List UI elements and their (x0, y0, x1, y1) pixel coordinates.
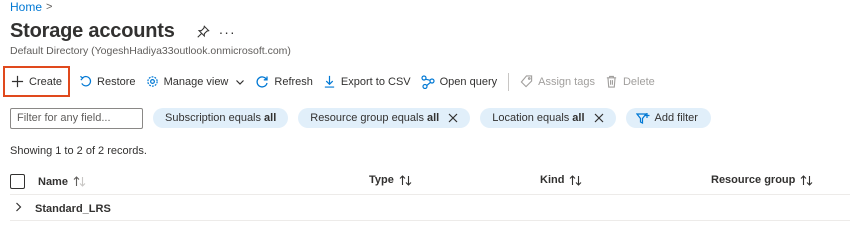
resource-group-filter-label: Resource group equals (310, 112, 424, 124)
pin-icon[interactable] (195, 24, 211, 40)
subscription-filter-value: all (264, 112, 277, 124)
plus-icon (11, 75, 24, 88)
restore-button[interactable]: Restore (74, 68, 141, 96)
query-icon (421, 74, 435, 89)
filter-bar: Subscription equals all Resource group e… (10, 107, 711, 129)
restore-label: Restore (97, 75, 136, 88)
resource-group-filter-value: all (427, 112, 440, 124)
resource-group-filter-pill[interactable]: Resource group equals all (298, 108, 471, 128)
open-query-button[interactable]: Open query (416, 68, 502, 96)
select-all-checkbox[interactable] (10, 174, 25, 189)
page-title: Storage accounts (10, 20, 175, 42)
more-options-icon[interactable]: ··· (219, 24, 236, 40)
refresh-button[interactable]: Refresh (250, 68, 318, 96)
column-name-label: Name (38, 175, 68, 188)
sort-icon (569, 174, 582, 186)
grid-header: Name Type Kind Resource group (10, 171, 850, 193)
column-resource-group-label: Resource group (711, 174, 796, 186)
column-kind-header[interactable]: Kind (540, 174, 582, 186)
chevron-down-icon (236, 79, 245, 85)
title-row: Storage accounts ··· (10, 20, 236, 43)
add-filter-icon (635, 112, 650, 124)
close-icon[interactable] (594, 113, 604, 123)
breadcrumb: Home > (10, 0, 52, 14)
toolbar-divider (508, 72, 510, 91)
assign-tags-button[interactable]: Assign tags (515, 68, 600, 96)
group-label: Standard_LRS (35, 202, 111, 215)
restore-icon (80, 75, 92, 87)
export-csv-label: Export to CSV (340, 75, 411, 88)
records-count: Showing 1 to 2 of 2 records. (10, 145, 147, 157)
delete-button[interactable]: Delete (600, 68, 660, 96)
trash-icon (606, 75, 617, 88)
assign-tags-label: Assign tags (538, 75, 595, 88)
export-csv-button[interactable]: Export to CSV (318, 68, 416, 96)
column-type-header[interactable]: Type (369, 174, 412, 186)
location-filter-value: all (572, 112, 585, 124)
manage-view-button[interactable]: Manage view (141, 68, 251, 96)
sort-icon (800, 174, 813, 186)
manage-view-label: Manage view (163, 75, 229, 88)
chevron-right-icon[interactable] (14, 202, 23, 215)
tag-icon (520, 75, 533, 88)
column-resource-group-header[interactable]: Resource group (711, 174, 813, 186)
column-name-header[interactable]: Name (10, 174, 86, 189)
refresh-label: Refresh (274, 75, 313, 88)
filter-input[interactable] (10, 107, 143, 129)
subscription-filter-label: Subscription equals (165, 112, 262, 124)
header-divider (10, 194, 850, 195)
breadcrumb-home-link[interactable]: Home (10, 0, 42, 14)
column-kind-label: Kind (540, 174, 565, 186)
location-filter-pill[interactable]: Location equals all (480, 108, 616, 128)
download-icon (324, 75, 335, 88)
add-filter-button[interactable]: Add filter (625, 108, 711, 128)
subscription-filter-pill[interactable]: Subscription equals all (153, 108, 289, 128)
location-filter-label: Location equals (492, 112, 570, 124)
breadcrumb-separator: > (46, 1, 53, 13)
row-divider (10, 220, 850, 221)
add-filter-label: Add filter (654, 112, 698, 124)
create-button[interactable]: Create (3, 66, 71, 97)
close-icon[interactable] (448, 113, 458, 123)
command-bar: Create Restore Manage view Refresh Expor… (3, 66, 660, 97)
refresh-icon (256, 75, 269, 88)
sort-icon (73, 176, 86, 187)
delete-label: Delete (622, 75, 655, 88)
open-query-label: Open query (439, 75, 498, 88)
group-row[interactable]: Standard_LRS (14, 202, 111, 215)
gear-icon (146, 76, 158, 87)
create-label: Create (29, 75, 63, 88)
sort-icon (399, 174, 412, 186)
column-type-label: Type (369, 174, 394, 186)
page-subtitle: Default Directory (YogeshHadiya33outlook… (10, 45, 291, 57)
